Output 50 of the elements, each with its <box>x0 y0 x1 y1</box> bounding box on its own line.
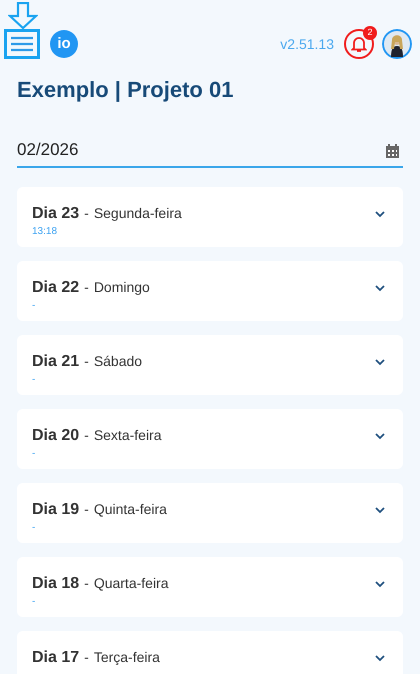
separator: - <box>84 648 89 667</box>
pointer-arrow-icon <box>8 2 38 29</box>
day-card[interactable]: Dia 20 - Sexta-feira - <box>17 409 403 469</box>
chevron-icon[interactable] <box>375 285 385 292</box>
bell-icon <box>351 36 367 52</box>
weekday-label: Quinta-feira <box>94 500 167 519</box>
day-number: Dia 23 <box>32 204 80 224</box>
time-label: - <box>32 300 36 311</box>
separator: - <box>84 574 89 593</box>
version-label: v2.51.13 <box>280 34 334 54</box>
day-number: Dia 18 <box>32 574 80 594</box>
day-card[interactable]: Dia 17 - Terça-feira <box>17 631 403 674</box>
separator: - <box>84 204 89 223</box>
weekday-label: Terça-feira <box>94 648 160 667</box>
chevron-icon[interactable] <box>375 359 385 366</box>
day-number: Dia 19 <box>32 500 80 520</box>
chevron-icon[interactable] <box>375 507 385 514</box>
time-label: - <box>32 448 36 459</box>
day-number: Dia 21 <box>32 352 80 372</box>
day-number: Dia 20 <box>32 426 80 446</box>
day-card[interactable]: Dia 19 - Quinta-feira - <box>17 483 403 543</box>
menu-button[interactable] <box>4 29 40 59</box>
day-card[interactable]: Dia 23 - Segunda-feira 13:18 <box>17 187 403 247</box>
weekday-label: Sexta-feira <box>94 426 162 445</box>
weekday-label: Segunda-feira <box>94 204 182 223</box>
chevron-icon[interactable] <box>375 211 385 218</box>
menu-icon <box>10 36 34 52</box>
separator: - <box>84 352 89 371</box>
time-label: - <box>32 596 36 607</box>
day-number: Dia 22 <box>32 278 80 298</box>
time-label: 13:18 <box>32 226 58 237</box>
separator: - <box>84 426 89 445</box>
time-label: - <box>32 374 36 385</box>
day-card[interactable]: Dia 18 - Quarta-feira - <box>17 557 403 617</box>
weekday-label: Sábado <box>94 352 142 371</box>
notifications-button[interactable]: 2 <box>344 29 374 59</box>
chevron-icon[interactable] <box>375 433 385 440</box>
chevron-icon[interactable] <box>375 581 385 588</box>
calendar-icon[interactable] <box>385 143 400 159</box>
separator: - <box>84 278 89 297</box>
separator: - <box>84 500 89 519</box>
day-card[interactable]: Dia 22 - Domingo - <box>17 261 403 321</box>
notification-badge: 2 <box>363 26 377 40</box>
time-label: - <box>32 522 36 533</box>
chevron-icon[interactable] <box>375 655 385 662</box>
day-number: Dia 17 <box>32 648 80 668</box>
day-card[interactable]: Dia 21 - Sábado - <box>17 335 403 395</box>
page-title: Exemplo | Projeto 01 <box>17 76 234 104</box>
weekday-label: Quarta-feira <box>94 574 169 593</box>
weekday-label: Domingo <box>94 278 150 297</box>
